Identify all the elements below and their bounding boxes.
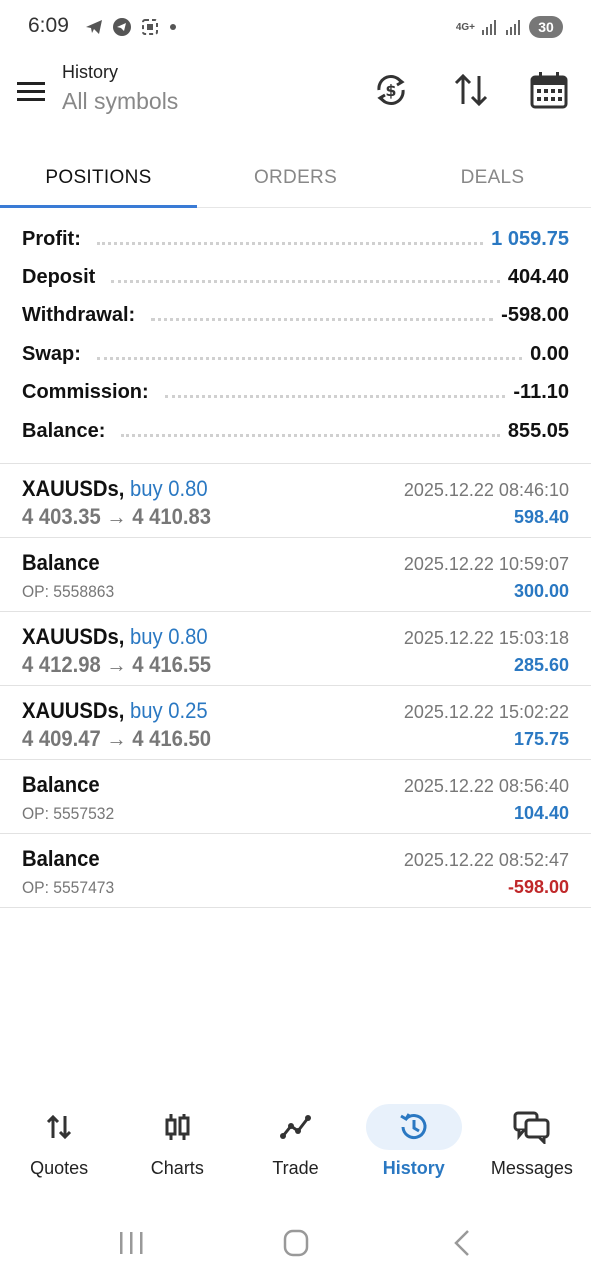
record-detail: 4 403.35 → 4 410.83 (22, 504, 212, 529)
menu-icon[interactable] (14, 74, 48, 108)
notification-dot-icon (170, 24, 176, 30)
nav-label: Quotes (30, 1158, 89, 1178)
nav-label: Trade (272, 1158, 319, 1178)
record-symbol: Balance (22, 550, 100, 575)
record-amount: 285.60 (513, 655, 569, 675)
record-symbol: XAUUSDs, (22, 476, 125, 501)
summary-label: Withdrawal: (22, 304, 144, 328)
candlestick-icon (165, 1114, 190, 1140)
history-clock-icon (399, 1113, 427, 1140)
summary-label: Balance: (22, 419, 114, 443)
summary-value: 1 059.75 (491, 227, 569, 250)
summary-row-deposit: Deposit 404.40 (0, 258, 591, 296)
record-detail: OP: 5557532 (22, 804, 115, 823)
record-amount: 598.40 (513, 507, 569, 527)
history-list: XAUUSDs, buy 0.80 4 403.35 → 4 410.83 20… (0, 463, 591, 908)
app-bar: History All symbols $ (0, 56, 591, 136)
status-bar: 6:09 4G+ 30 (0, 0, 591, 56)
summary-value: 0.00 (530, 342, 569, 365)
page-title: History (62, 62, 119, 82)
list-item[interactable]: Balance OP: 5557473 2025.12.22 08:52:47 … (0, 834, 591, 908)
record-time: 2025.12.22 15:03:18 (403, 628, 569, 648)
list-item[interactable]: Balance OP: 5558863 2025.12.22 10:59:07 … (0, 538, 591, 612)
record-symbol: XAUUSDs, (22, 698, 125, 723)
home-icon[interactable] (276, 1228, 316, 1258)
network-type-label: 4G+ (455, 21, 475, 33)
summary-panel: Profit: 1 059.75 Deposit 404.40 Withdraw… (0, 220, 591, 450)
summary-value: -598.00 (501, 304, 569, 327)
list-item[interactable]: XAUUSDs, buy 0.25 4 409.47 → 4 416.50 20… (0, 686, 591, 760)
summary-value: -11.10 (513, 381, 569, 404)
currency-exchange-icon[interactable]: $ (371, 70, 411, 110)
tab-positions[interactable]: POSITIONS (0, 148, 197, 208)
nav-charts[interactable]: Charts (118, 1096, 236, 1196)
summary-row-commission: Commission: -11.10 (0, 374, 591, 412)
record-amount: 175.75 (513, 729, 569, 749)
recents-icon[interactable] (111, 1228, 151, 1258)
record-detail: OP: 5558863 (22, 582, 115, 601)
summary-row-profit: Profit: 1 059.75 (0, 220, 591, 258)
summary-value: 404.40 (507, 266, 569, 289)
record-amount: 300.00 (513, 581, 569, 601)
symbol-filter[interactable]: All symbols (62, 88, 178, 115)
nav-history[interactable]: History (355, 1096, 473, 1196)
summary-value: 855.05 (507, 419, 569, 442)
signal-icon-2 (506, 20, 520, 35)
tab-orders[interactable]: ORDERS (197, 148, 394, 207)
nav-messages[interactable]: Messages (473, 1096, 591, 1196)
back-icon[interactable] (442, 1228, 482, 1258)
svg-text:$: $ (385, 81, 396, 100)
summary-label: Commission: (22, 381, 157, 405)
summary-label: Deposit (22, 266, 104, 290)
tab-bar: POSITIONS ORDERS DEALS (0, 148, 591, 208)
screenshot-icon (142, 19, 158, 35)
record-time: 2025.12.22 08:56:40 (403, 776, 569, 796)
record-detail: OP: 5557473 (22, 878, 115, 897)
nav-label: Charts (150, 1158, 204, 1178)
record-amount: -598.00 (507, 877, 569, 897)
record-side: buy 0.80 (129, 624, 208, 649)
messages-icon (513, 1111, 550, 1144)
summary-row-withdrawal: Withdrawal: -598.00 (0, 297, 591, 335)
list-item[interactable]: XAUUSDs, buy 0.80 4 403.35 → 4 410.83 20… (0, 464, 591, 538)
summary-label: Swap: (22, 342, 89, 366)
record-time: 2025.12.22 08:46:10 (403, 480, 569, 500)
nav-label: History (382, 1158, 445, 1178)
tab-deals[interactable]: DEALS (394, 148, 591, 207)
record-time: 2025.12.22 08:52:47 (403, 850, 569, 870)
nav-quotes[interactable]: Quotes (0, 1096, 118, 1196)
battery-indicator: 30 (529, 16, 563, 38)
sort-icon[interactable] (451, 70, 491, 110)
list-item[interactable]: XAUUSDs, buy 0.80 4 412.98 → 4 416.55 20… (0, 612, 591, 686)
summary-row-swap: Swap: 0.00 (0, 335, 591, 373)
calendar-icon[interactable] (529, 70, 569, 110)
nav-label: Messages (490, 1158, 573, 1178)
summary-row-balance: Balance: 855.05 (0, 412, 591, 450)
telegram-plane-icon (86, 20, 102, 34)
summary-label: Profit: (22, 227, 89, 251)
record-side: buy 0.25 (129, 698, 208, 723)
signal-icon (482, 20, 496, 35)
record-side: buy 0.80 (129, 476, 208, 501)
list-item[interactable]: Balance OP: 5557532 2025.12.22 08:56:40 … (0, 760, 591, 834)
record-time: 2025.12.22 15:02:22 (403, 702, 569, 722)
record-symbol: XAUUSDs, (22, 624, 125, 649)
telegram-icon (113, 18, 131, 36)
quotes-arrows-icon (47, 1114, 72, 1140)
bottom-nav: Quotes Charts Trade History Messages (0, 1096, 591, 1196)
status-time: 6:09 (28, 14, 69, 37)
trade-line-icon (279, 1115, 311, 1139)
record-detail: 4 409.47 → 4 416.50 (22, 726, 212, 751)
system-nav-bar (0, 1212, 591, 1272)
record-detail: 4 412.98 → 4 416.55 (22, 652, 212, 677)
nav-trade[interactable]: Trade (236, 1096, 354, 1196)
record-amount: 104.40 (513, 803, 569, 823)
title-block[interactable]: History All symbols (62, 62, 178, 115)
record-symbol: Balance (22, 772, 100, 797)
record-time: 2025.12.22 10:59:07 (403, 554, 569, 574)
record-symbol: Balance (22, 846, 100, 871)
